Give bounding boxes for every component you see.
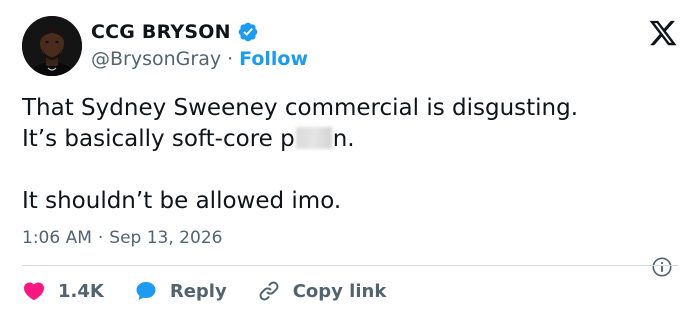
- avatar[interactable]: [22, 16, 82, 76]
- avatar-photo-icon: [22, 16, 82, 76]
- censor-blur: [295, 127, 332, 149]
- like-button[interactable]: 1.4K: [22, 279, 104, 303]
- reply-button[interactable]: Reply: [134, 279, 227, 303]
- tweet-time: 1:06 AM: [22, 228, 92, 248]
- tweet-line-3: It shouldn’t be allowed imo.: [22, 188, 342, 214]
- tweet-line-1: That Sydney Sweeney commercial is disgus…: [22, 95, 579, 121]
- name-row: CCG BRYSON: [91, 21, 259, 43]
- tweet-timestamp[interactable]: 1:06 AM · Sep 13, 2026: [22, 228, 222, 248]
- tweet-line-2-start: It’s basically soft-core p: [22, 126, 295, 152]
- handle-row: @BrysonGray · Follow: [91, 48, 308, 70]
- x-logo-icon[interactable]: [648, 18, 678, 48]
- display-name[interactable]: CCG BRYSON: [91, 21, 231, 43]
- divider: [22, 265, 678, 266]
- link-icon: [259, 281, 279, 301]
- tweet-line-2-end: n.: [332, 126, 355, 152]
- reply-bubble-icon: [136, 282, 156, 300]
- tweet-card: CCG BRYSON @BrysonGray · Follow That Syd…: [0, 0, 700, 318]
- tweet-text: That Sydney Sweeney commercial is disgus…: [22, 93, 682, 217]
- action-bar: 1.4K Reply Copy link: [22, 279, 416, 303]
- follow-button[interactable]: Follow: [239, 48, 308, 70]
- user-handle[interactable]: @BrysonGray: [91, 48, 221, 70]
- separator-dot: ·: [227, 48, 234, 70]
- copy-link-label: Copy link: [292, 280, 387, 302]
- verified-badge-icon: [238, 22, 258, 42]
- heart-icon: [23, 282, 45, 301]
- tweet-date: Sep 13, 2026: [109, 228, 223, 248]
- like-count: 1.4K: [58, 280, 104, 302]
- tweet-line-2: It’s basically soft-core p n.: [22, 124, 682, 155]
- meta-separator: ·: [97, 228, 104, 248]
- copy-link-button[interactable]: Copy link: [257, 279, 387, 303]
- reply-label: Reply: [169, 280, 227, 302]
- info-icon[interactable]: [651, 256, 673, 278]
